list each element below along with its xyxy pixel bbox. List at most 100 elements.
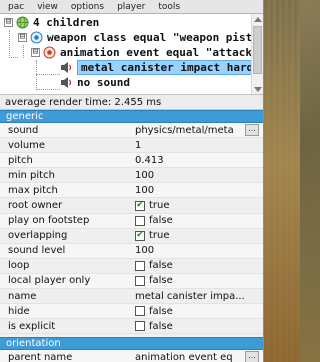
property-value-text: 1 <box>135 139 142 151</box>
property-row[interactable]: volume 1 <box>0 138 263 154</box>
property-value-text: 0.413 <box>135 154 164 166</box>
scroll-up-arrow[interactable] <box>254 17 262 22</box>
property-name: max pitch <box>8 184 58 196</box>
property-value-text: animation event eq <box>135 351 233 362</box>
orientation-properties: parent name animation event eq... <box>0 350 263 362</box>
menu-options[interactable]: options <box>71 2 104 12</box>
tree-guide-line <box>9 57 18 58</box>
property-name: volume <box>8 139 46 151</box>
speaker-icon <box>60 76 73 89</box>
property-value-text: true <box>149 230 170 242</box>
property-name: name <box>8 290 37 302</box>
section-generic[interactable]: generic <box>0 110 263 123</box>
browse-button[interactable]: ... <box>245 124 259 137</box>
property-value[interactable]: ✔ true <box>133 200 263 211</box>
outfit-tree: ⊟ 4 children ⊟ weapon class equal "weapo… <box>0 14 263 95</box>
tree-guide-line <box>36 89 60 90</box>
property-row[interactable]: loop false <box>0 258 263 274</box>
property-name: is explicit <box>8 320 56 332</box>
checkbox[interactable] <box>135 215 145 226</box>
property-value[interactable]: metal canister impa... <box>133 291 263 302</box>
tree-node-animation-event[interactable]: ⊟ animation event equal "attack ... <box>31 45 263 60</box>
menu-player[interactable]: player <box>117 2 145 12</box>
checkbox[interactable] <box>135 306 145 317</box>
property-value-text: physics/metal/meta <box>135 124 234 136</box>
checkbox[interactable] <box>135 275 145 286</box>
section-orientation[interactable]: orientation <box>0 337 263 351</box>
property-row[interactable]: pitch 0.413 <box>0 153 263 169</box>
menu-bar: pac view options player tools <box>0 0 263 14</box>
tree-guide-line <box>36 74 60 75</box>
game-background <box>264 0 300 362</box>
property-value[interactable]: false <box>133 321 263 332</box>
property-value[interactable]: 1 <box>133 140 263 151</box>
property-row[interactable]: play on footstep false <box>0 213 263 229</box>
property-value[interactable]: animation event eq... <box>133 351 263 362</box>
menu-tools[interactable]: tools <box>158 2 180 12</box>
property-name: parent name <box>8 351 73 362</box>
collapse-toggle[interactable]: ⊟ <box>18 33 27 42</box>
property-row[interactable]: overlapping ✔ true <box>0 228 263 244</box>
property-value-text: true <box>149 200 170 212</box>
property-name: overlapping <box>8 230 68 242</box>
property-row[interactable]: max pitch 100 <box>0 183 263 199</box>
property-value[interactable]: false <box>133 275 263 286</box>
property-value[interactable]: 100 <box>133 245 263 256</box>
property-row[interactable]: min pitch 100 <box>0 168 263 184</box>
property-value-text: metal canister impa... <box>135 290 245 302</box>
menu-view[interactable]: view <box>37 2 58 12</box>
tree-node-weapon-class[interactable]: ⊟ weapon class equal "weapon pist... <box>18 30 263 45</box>
property-value[interactable]: 100 <box>133 185 263 196</box>
tree-scrollbar[interactable] <box>251 14 263 94</box>
checkbox[interactable]: ✔ <box>135 200 145 211</box>
collapse-toggle[interactable]: ⊟ <box>31 48 40 57</box>
scroll-down-arrow[interactable] <box>254 87 262 92</box>
scroll-thumb[interactable] <box>253 26 262 74</box>
property-name: root owner <box>8 200 63 212</box>
tree-node-no-sound[interactable]: no sound <box>60 75 130 90</box>
tree-node-sound-selected[interactable]: metal canister impact hard1 <box>60 60 263 75</box>
property-row[interactable]: sound level 100 <box>0 243 263 259</box>
property-value[interactable]: 100 <box>133 170 263 181</box>
checkbox[interactable] <box>135 321 145 332</box>
property-value[interactable]: 0.413 <box>133 155 263 166</box>
property-value-text: 100 <box>135 169 155 181</box>
generic-properties: sound physics/metal/meta... volume 1 pitch 0.… <box>0 123 263 335</box>
property-value[interactable]: false <box>133 215 263 226</box>
property-row[interactable]: is explicit false <box>0 319 263 335</box>
tree-node-root[interactable]: ⊟ 4 children <box>4 15 99 30</box>
collapse-toggle[interactable]: ⊟ <box>4 18 13 27</box>
property-name: hide <box>8 305 30 317</box>
menu-pac[interactable]: pac <box>8 2 24 12</box>
property-value-text: false <box>149 260 173 272</box>
property-value-text: 100 <box>135 245 155 257</box>
checkbox[interactable] <box>135 260 145 271</box>
property-row[interactable]: local player only false <box>0 273 263 290</box>
property-row[interactable]: hide false <box>0 304 263 320</box>
tree-guide-line <box>23 45 24 58</box>
property-row[interactable]: parent name animation event eq... <box>0 350 263 362</box>
tree-guide-line <box>36 60 37 90</box>
property-name: loop <box>8 260 30 272</box>
tree-node-label: weapon class equal "weapon pist... <box>47 31 263 44</box>
property-row[interactable]: root owner ✔ true <box>0 198 263 214</box>
property-name: local player only <box>8 275 91 287</box>
property-row[interactable]: name metal canister impa... <box>0 289 263 305</box>
property-value-text: false <box>149 305 173 317</box>
property-value[interactable]: false <box>133 260 263 271</box>
property-name: sound <box>8 124 39 136</box>
checkbox[interactable]: ✔ <box>135 230 145 241</box>
browse-button[interactable]: ... <box>245 351 259 362</box>
tree-node-label: no sound <box>77 76 130 89</box>
property-value-text: false <box>149 320 173 332</box>
property-name: pitch <box>8 154 33 166</box>
tree-node-label: 4 children <box>33 16 100 29</box>
property-name: play on footstep <box>8 215 90 227</box>
property-value[interactable]: ✔ true <box>133 230 263 241</box>
property-value[interactable]: physics/metal/meta... <box>133 124 263 137</box>
property-value[interactable]: false <box>133 306 263 317</box>
property-row[interactable]: sound physics/metal/meta... <box>0 123 263 139</box>
pac-editor-panel: pac view options player tools ⊟ 4 childr… <box>0 0 264 362</box>
event-icon <box>30 31 43 44</box>
tree-guide-line <box>9 30 10 58</box>
